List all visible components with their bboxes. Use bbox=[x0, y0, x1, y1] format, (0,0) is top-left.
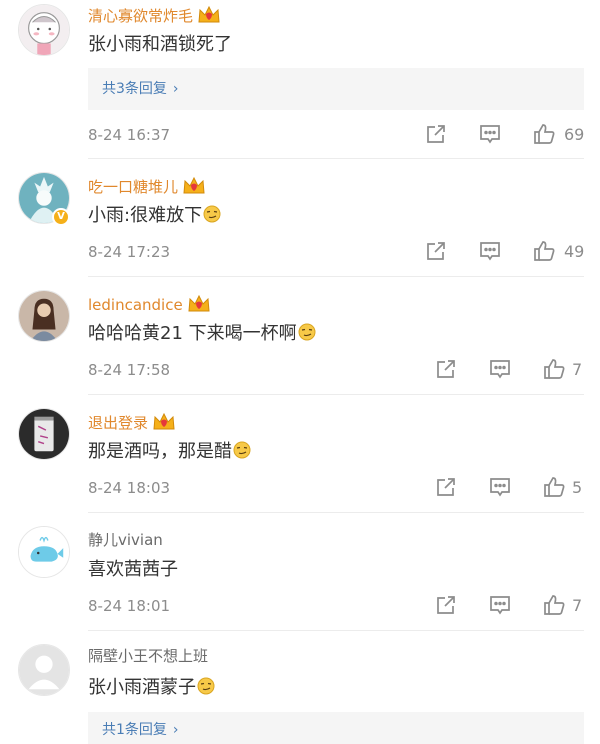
vip-crown-icon bbox=[153, 412, 175, 430]
username-text[interactable]: 静儿vivian bbox=[88, 531, 163, 549]
comment-icon[interactable] bbox=[478, 122, 502, 146]
view-replies-link[interactable]: 共3条回复 › bbox=[88, 68, 584, 110]
chevron-right-icon: › bbox=[172, 722, 179, 738]
username[interactable]: 清心寡欲常炸毛 bbox=[88, 5, 221, 26]
comment-6: 隔壁小王不想上班 张小雨酒蒙子 共1条回复 › bbox=[0, 630, 600, 744]
share-icon[interactable] bbox=[424, 122, 448, 146]
vip-crown-icon bbox=[188, 294, 210, 312]
comment-text: 哈哈哈黄21 下来喝一杯啊 bbox=[88, 322, 316, 346]
comment-text: 那是酒吗，那是醋 bbox=[88, 440, 251, 464]
avatar[interactable] bbox=[18, 644, 70, 696]
comment-icon[interactable] bbox=[488, 593, 512, 617]
timestamp: 8-24 16:37 bbox=[88, 126, 171, 144]
share-icon[interactable] bbox=[434, 475, 458, 499]
username-text[interactable]: 隔壁小王不想上班 bbox=[88, 647, 208, 665]
avatar[interactable] bbox=[18, 408, 70, 460]
like-count: 5 bbox=[572, 478, 583, 497]
thumbs-up-icon[interactable] bbox=[532, 239, 556, 263]
comment-text-content: 那是酒吗，那是醋 bbox=[88, 441, 232, 462]
avatar[interactable] bbox=[18, 290, 70, 342]
username[interactable]: 吃一口糖堆儿 bbox=[88, 176, 206, 197]
vip-crown-icon bbox=[198, 5, 220, 23]
smirk-emoji-icon bbox=[197, 677, 215, 695]
comment-text: 小雨:很难放下 bbox=[88, 204, 221, 228]
comment-3: ledincandice 哈哈哈黄21 下来喝一杯啊 8-24 17:58 7 bbox=[0, 276, 600, 394]
smirk-emoji-icon bbox=[298, 323, 316, 341]
timestamp: 8-24 18:01 bbox=[88, 597, 171, 615]
comment-icon[interactable] bbox=[488, 357, 512, 381]
comment-5: 静儿vivian 喜欢茜茜子 8-24 18:01 7 bbox=[0, 512, 600, 630]
view-replies-link[interactable]: 共1条回复 › bbox=[88, 712, 584, 744]
username[interactable]: 静儿vivian bbox=[88, 530, 163, 550]
timestamp: 8-24 17:23 bbox=[88, 243, 171, 261]
share-icon[interactable] bbox=[434, 593, 458, 617]
replies-count[interactable]: 共3条回复 bbox=[102, 81, 167, 97]
username-text[interactable]: 吃一口糖堆儿 bbox=[88, 178, 178, 196]
thumbs-up-icon[interactable] bbox=[542, 357, 566, 381]
thumbs-up-icon[interactable] bbox=[532, 122, 556, 146]
username[interactable]: 退出登录 bbox=[88, 412, 176, 433]
username-text[interactable]: 退出登录 bbox=[88, 414, 148, 432]
comment-icon[interactable] bbox=[478, 239, 502, 263]
like-count: 7 bbox=[572, 596, 583, 615]
comment-text: 张小雨和酒锁死了 bbox=[88, 34, 232, 55]
share-icon[interactable] bbox=[434, 357, 458, 381]
comment-icon[interactable] bbox=[488, 475, 512, 499]
avatar[interactable] bbox=[18, 526, 70, 578]
username[interactable]: ledincandice bbox=[88, 294, 211, 315]
comment-text-content: 哈哈哈黄21 下来喝一杯啊 bbox=[88, 323, 297, 344]
comment-1: 清心寡欲常炸毛 张小雨和酒锁死了 共3条回复 › 8-24 16:37 69 bbox=[0, 0, 600, 158]
timestamp: 8-24 18:03 bbox=[88, 479, 171, 497]
comment-4: 退出登录 那是酒吗，那是醋 8-24 18:03 5 bbox=[0, 394, 600, 512]
username-text[interactable]: 清心寡欲常炸毛 bbox=[88, 7, 193, 25]
thumbs-up-icon[interactable] bbox=[542, 593, 566, 617]
comment-text-content: 张小雨酒蒙子 bbox=[88, 677, 196, 698]
username-text[interactable]: ledincandice bbox=[88, 296, 183, 314]
vip-crown-icon bbox=[183, 176, 205, 194]
like-count: 69 bbox=[564, 125, 585, 144]
verified-badge-icon: V bbox=[52, 208, 70, 226]
comment-2: V 吃一口糖堆儿 小雨:很难放下 8-24 17:23 49 bbox=[0, 158, 600, 276]
like-count: 49 bbox=[564, 242, 585, 261]
chevron-right-icon: › bbox=[172, 81, 179, 97]
comment-text: 喜欢茜茜子 bbox=[88, 559, 178, 580]
timestamp: 8-24 17:58 bbox=[88, 361, 171, 379]
replies-count[interactable]: 共1条回复 bbox=[102, 722, 167, 738]
smirk-emoji-icon bbox=[203, 205, 221, 223]
share-icon[interactable] bbox=[424, 239, 448, 263]
thumbs-up-icon[interactable] bbox=[542, 475, 566, 499]
username[interactable]: 隔壁小王不想上班 bbox=[88, 646, 208, 666]
like-count: 7 bbox=[572, 360, 583, 379]
smirk-emoji-icon bbox=[233, 441, 251, 459]
comment-text-content: 小雨:很难放下 bbox=[88, 205, 203, 226]
comment-text: 张小雨酒蒙子 bbox=[88, 676, 215, 700]
avatar[interactable] bbox=[18, 4, 70, 56]
